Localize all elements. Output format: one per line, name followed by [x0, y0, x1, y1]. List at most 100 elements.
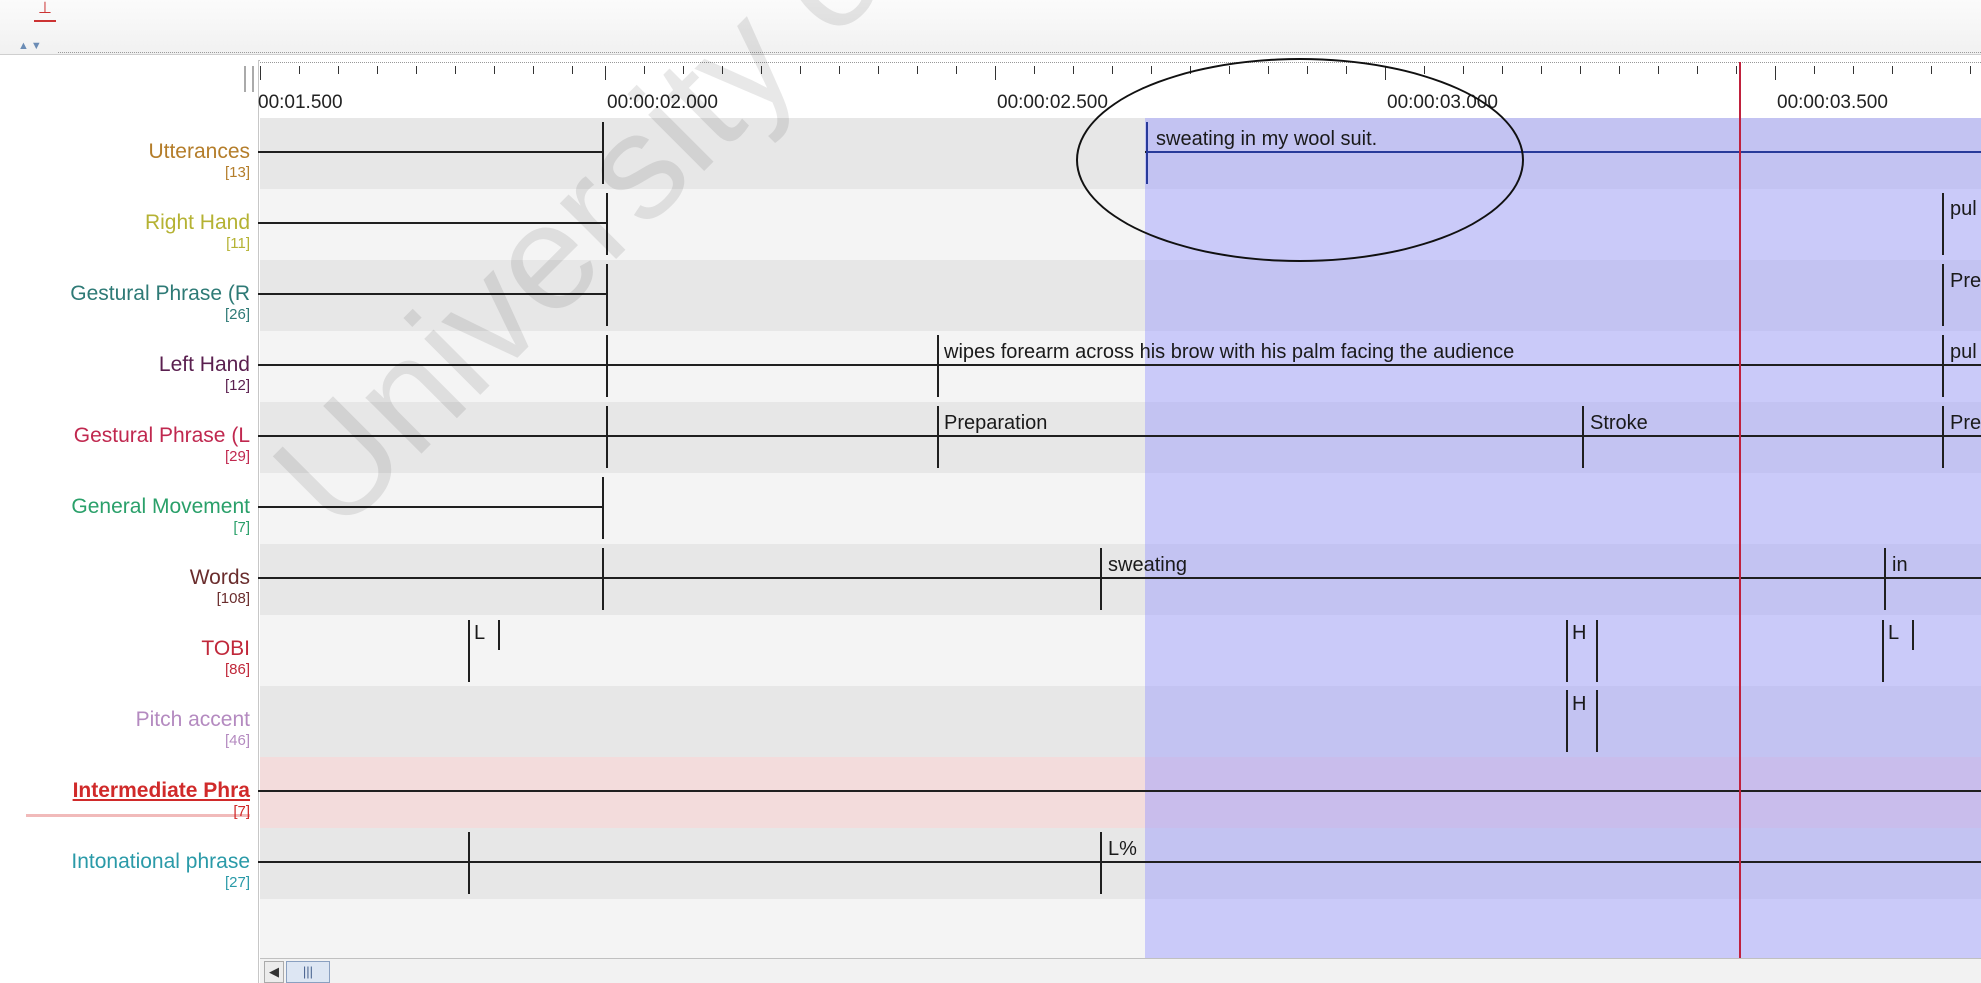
- ruler-major-tick: [260, 66, 261, 80]
- ruler-tick: [1151, 66, 1152, 74]
- ruler-tick: [1502, 66, 1503, 74]
- scroll-left-arrow-icon[interactable]: ◀: [264, 961, 284, 983]
- annotation-boundary[interactable]: [1100, 832, 1102, 894]
- annotation-tobi[interactable]: H: [1572, 622, 1586, 645]
- tier-label-gestural-phrase-r[interactable]: Gestural Phrase (R [26]: [10, 260, 250, 331]
- annotation-word[interactable]: in: [1892, 554, 1908, 577]
- annotation-boundary[interactable]: [1566, 690, 1568, 752]
- ruler-tick: [1931, 66, 1932, 74]
- annotation-boundary[interactable]: [1596, 690, 1598, 752]
- ruler-top-border: [260, 62, 1981, 63]
- tier-marker-icon[interactable]: ⊥: [34, 1, 56, 22]
- tier-label-utterances[interactable]: Utterances [13]: [10, 118, 250, 189]
- ruler-tick: [494, 66, 495, 74]
- tier-label-pitch-accent[interactable]: Pitch accent [46]: [10, 686, 250, 757]
- annotation-left-hand-next[interactable]: pul: [1950, 341, 1977, 364]
- tier-label-intermediate-phrase[interactable]: Intermediate Phra [7]: [10, 757, 250, 828]
- ruler-tick: [1073, 66, 1074, 74]
- tier-name: Intonational phrase: [71, 850, 250, 873]
- annotation-boundary[interactable]: [1912, 620, 1914, 650]
- annotation-boundary[interactable]: [1942, 406, 1944, 468]
- tier-name: Left Hand: [158, 353, 250, 376]
- ruler-tick: [1853, 66, 1854, 74]
- annotation-boundary[interactable]: [937, 335, 939, 397]
- tier-name: General Movement: [71, 495, 250, 518]
- tier-count: [13]: [224, 164, 250, 181]
- expand-collapse-arrows-icon[interactable]: ▲▼: [18, 40, 44, 52]
- annotation-line: [258, 790, 1981, 792]
- tier-name: Pitch accent: [135, 708, 250, 731]
- tier-label-intonational-phrase[interactable]: Intonational phrase [27]: [10, 828, 250, 899]
- circle-highlight-mark: [1076, 58, 1524, 262]
- tier-label-gestural-phrase-l[interactable]: Gestural Phrase (L [29]: [10, 402, 250, 473]
- tier-count: [86]: [224, 661, 250, 678]
- annotation-boundary[interactable]: [468, 620, 470, 682]
- annotation-tobi[interactable]: L: [1888, 622, 1899, 645]
- annotation-boundary[interactable]: [606, 406, 608, 468]
- tier-name: Intermediate Phra: [72, 779, 250, 802]
- annotation-gestural-l-next[interactable]: Pre: [1950, 412, 1981, 435]
- tier-label-tobi[interactable]: TOBI [86]: [10, 615, 250, 686]
- annotation-pitch-accent[interactable]: H: [1572, 693, 1586, 716]
- ruler-tick: [1034, 66, 1035, 74]
- annotation-left-hand[interactable]: wipes forearm across his brow with his p…: [944, 341, 1514, 364]
- annotation-boundary[interactable]: [1884, 548, 1886, 610]
- annotation-gestural-l-stroke[interactable]: Stroke: [1590, 412, 1648, 435]
- ruler-tick: [1541, 66, 1542, 74]
- ruler-tick: [1736, 66, 1737, 74]
- ruler-tick: [1580, 66, 1581, 74]
- annotation-boundary[interactable]: [1566, 620, 1568, 682]
- annotation-tobi[interactable]: L: [474, 622, 485, 645]
- tier-label-words[interactable]: Words [108]: [10, 544, 250, 615]
- playback-crosshair[interactable]: [1739, 62, 1741, 958]
- annotation-word[interactable]: sweating: [1108, 554, 1187, 577]
- ruler-tick: [917, 66, 918, 74]
- annotation-gestural-r[interactable]: Pre: [1950, 270, 1981, 293]
- scroll-thumb[interactable]: |||: [286, 961, 330, 983]
- ruler-tick: [1970, 66, 1971, 74]
- ruler-tick: [1112, 66, 1113, 74]
- ruler-tick: [377, 66, 378, 74]
- annotation-boundary[interactable]: [1596, 620, 1598, 682]
- tier-label-right-hand[interactable]: Right Hand [11]: [10, 189, 250, 260]
- annotation-boundary[interactable]: [1942, 264, 1944, 326]
- annotation-boundary[interactable]: [1100, 548, 1102, 610]
- annotation-boundary[interactable]: [1882, 620, 1884, 682]
- tier-count: [46]: [224, 732, 250, 749]
- annotation-boundary[interactable]: [1942, 335, 1944, 397]
- annotation-boundary[interactable]: [602, 548, 604, 610]
- active-tier-indicator: [26, 814, 250, 817]
- ruler-tick: [455, 66, 456, 74]
- horizontal-scrollbar[interactable]: ◀ |||: [260, 958, 1981, 983]
- ruler-resize-handle[interactable]: [244, 66, 254, 92]
- annotation-boundary[interactable]: [606, 335, 608, 397]
- tier-label-left-hand[interactable]: Left Hand [12]: [10, 331, 250, 402]
- tier-count: [108]: [216, 590, 250, 607]
- ruler-tick: [1814, 66, 1815, 74]
- toolbar-divider: [58, 52, 1981, 53]
- tier-label-general-movement[interactable]: General Movement [7]: [10, 473, 250, 544]
- ruler-tick: [416, 66, 417, 74]
- annotation-boundary[interactable]: [602, 477, 604, 539]
- ruler-tick: [1697, 66, 1698, 74]
- annotation-boundary[interactable]: [937, 406, 939, 468]
- annotation-right-hand[interactable]: pul: [1950, 198, 1977, 221]
- annotation-boundary[interactable]: [1942, 193, 1944, 255]
- tier-count: [29]: [224, 448, 250, 465]
- ruler-tick: [572, 66, 573, 74]
- ruler-tick: [1892, 66, 1893, 74]
- tier-count: [7]: [233, 803, 250, 820]
- ruler-tick: [1424, 66, 1425, 74]
- annotation-gestural-l-prep[interactable]: Preparation: [944, 412, 1047, 435]
- tier-name: Gestural Phrase (L: [73, 424, 250, 447]
- annotation-boundary[interactable]: [1582, 406, 1584, 468]
- tier-count: [7]: [233, 519, 250, 536]
- annotation-boundary[interactable]: [498, 620, 500, 650]
- annotation-intonational[interactable]: L%: [1108, 838, 1137, 861]
- ruler-major-tick: [995, 66, 996, 80]
- annotation-boundary[interactable]: [468, 832, 470, 894]
- ruler-tick: [878, 66, 879, 74]
- ruler-tick: [1619, 66, 1620, 74]
- ruler-label: 00:00:03.500: [1777, 92, 1888, 113]
- tier-name: TOBI: [201, 637, 250, 660]
